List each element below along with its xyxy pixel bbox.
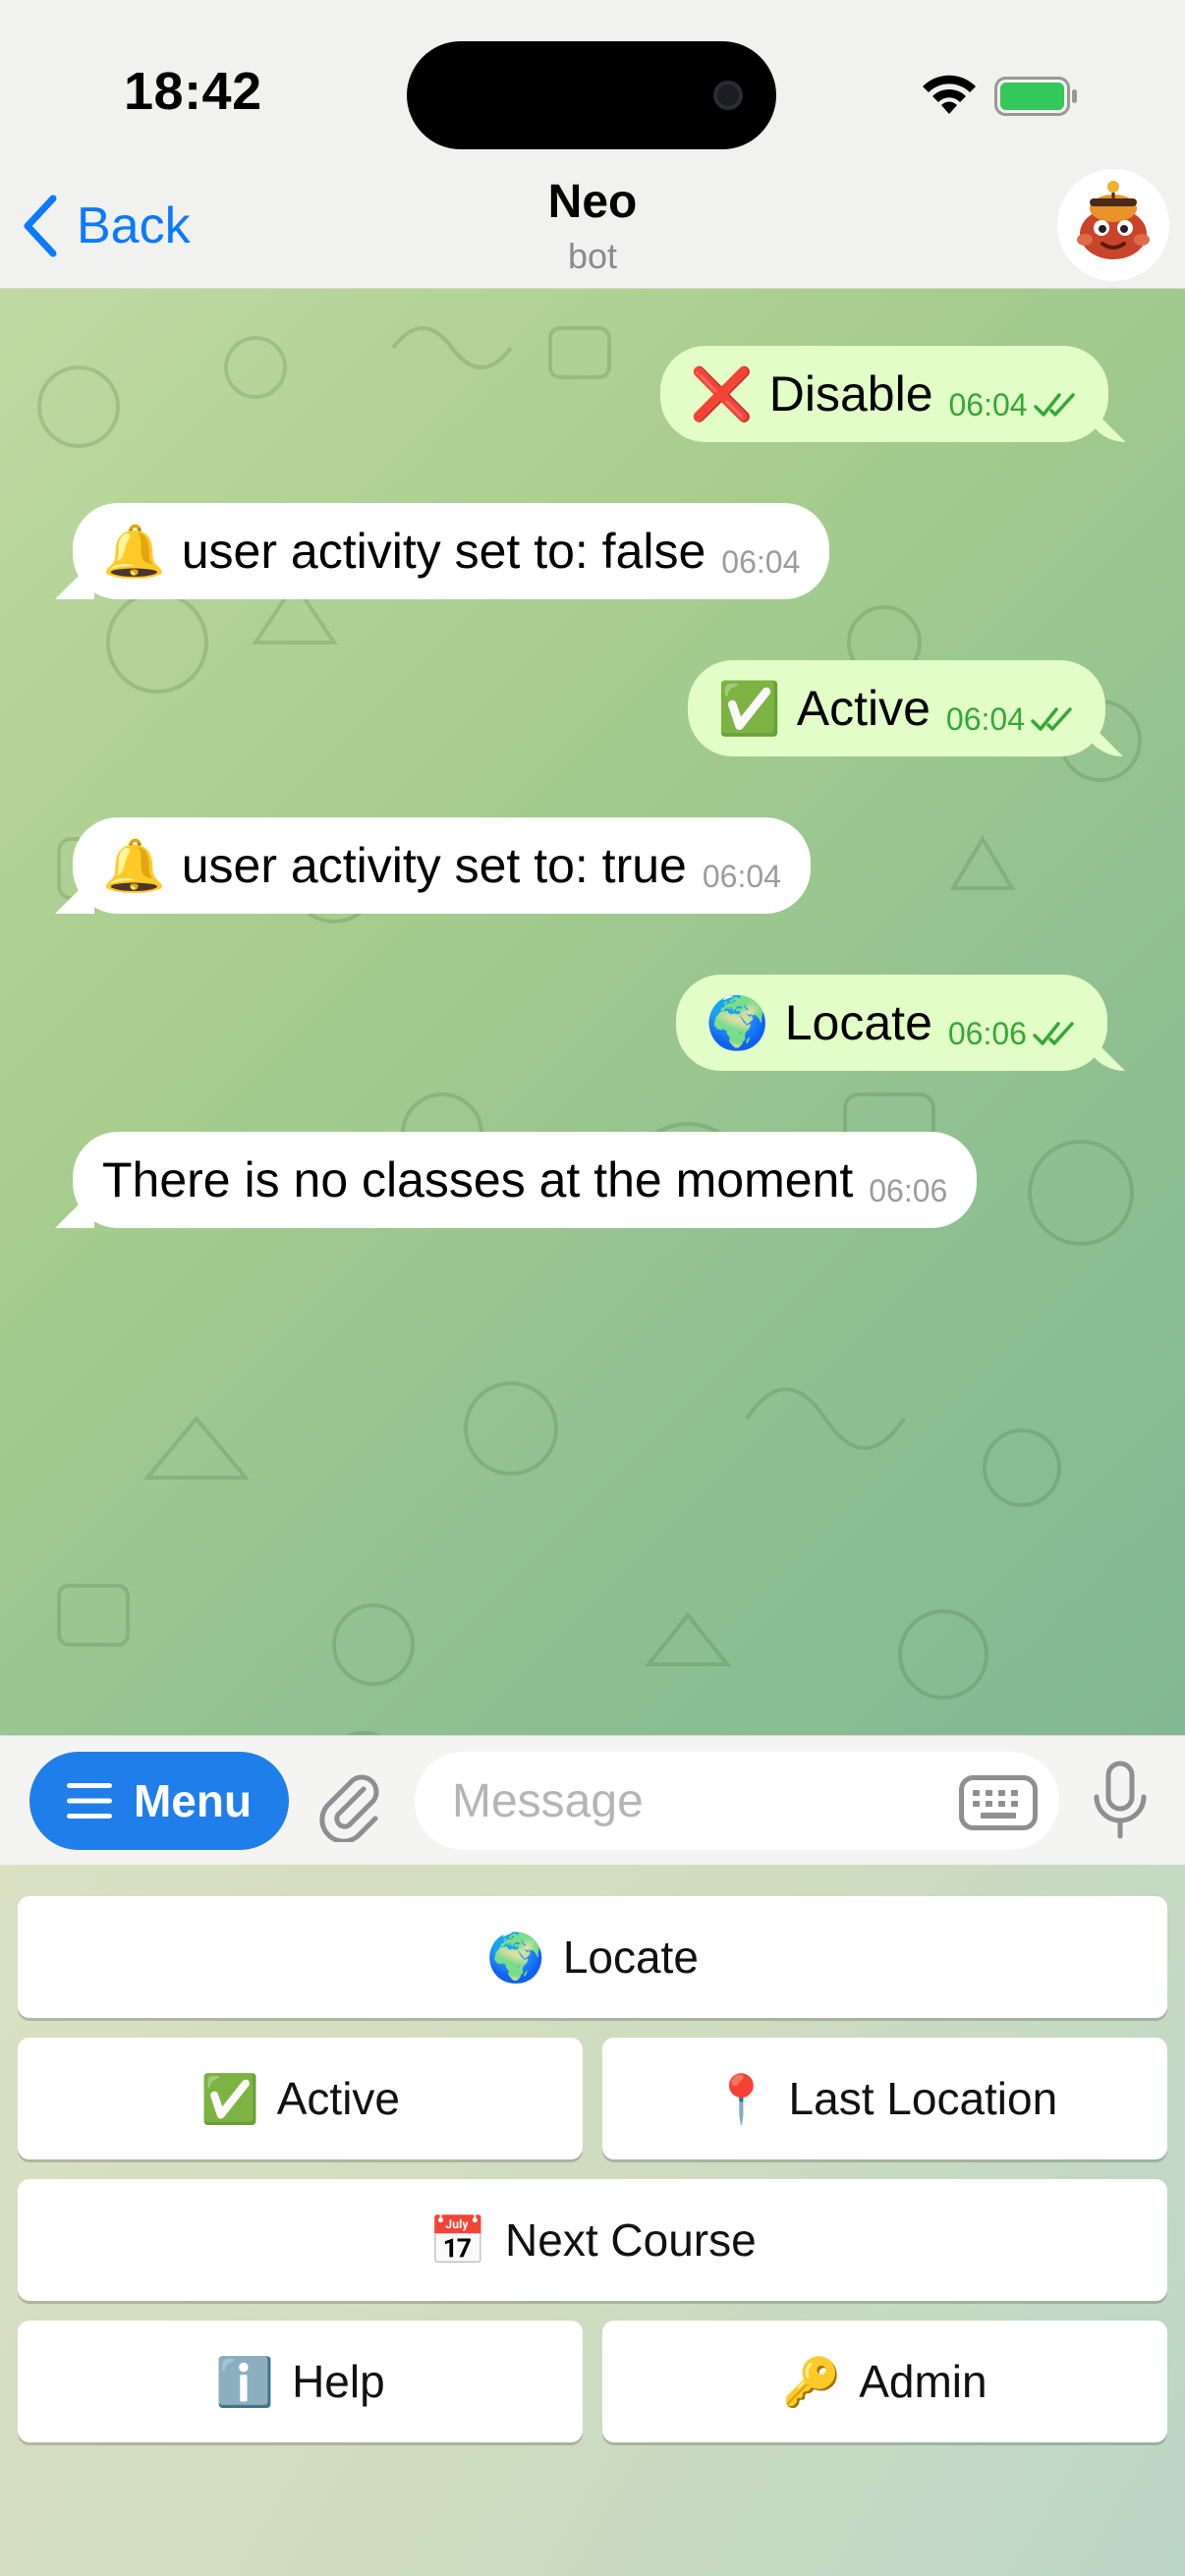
double-check-icon: [1033, 393, 1075, 417]
message-text: user activity set to: true: [181, 838, 687, 893]
message-text: There is no classes at the moment: [102, 1152, 854, 1207]
bell-icon: 🔔: [102, 522, 166, 582]
message-text: Active: [796, 681, 931, 736]
bot-avatar[interactable]: [1057, 169, 1169, 281]
keyboard-icon[interactable]: [959, 1775, 1038, 1830]
message-time: 06:04: [945, 700, 1025, 737]
keyboard-button-admin[interactable]: 🔑 Admin: [602, 2321, 1167, 2442]
message-text: Locate: [784, 995, 932, 1050]
chat-subtitle: bot: [567, 236, 618, 276]
camera-icon: [713, 81, 743, 110]
message-outgoing[interactable]: ✅ Active 06:04: [688, 660, 1105, 756]
double-check-icon: [1031, 707, 1072, 731]
key-icon: 🔑: [782, 2354, 842, 2410]
info-icon: ℹ️: [215, 2354, 275, 2410]
double-check-icon: [1033, 1022, 1074, 1045]
message-time: 06:04: [948, 386, 1028, 422]
keyboard-button-label: Admin: [859, 2356, 988, 2407]
keyboard-button-label: Active: [276, 2073, 401, 2124]
keyboard-button-label: Locate: [562, 1932, 699, 1983]
top-bar: 18:42 Back Neo bot: [0, 0, 1185, 289]
check-mark-icon: ✅: [199, 2071, 259, 2127]
message-time: 06:04: [721, 543, 801, 580]
message-outgoing[interactable]: ❌ Disable 06:04: [660, 346, 1108, 442]
status-time: 18:42: [124, 62, 262, 121]
calendar-icon: 📅: [428, 2212, 488, 2268]
bell-icon: 🔔: [102, 836, 166, 896]
keyboard-button-label: Last Location: [788, 2073, 1058, 2124]
message-incoming[interactable]: 🔔 user activity set to: false 06:04: [73, 503, 830, 599]
cross-mark-icon: ❌: [690, 364, 754, 424]
check-mark-icon: ✅: [717, 679, 781, 739]
wifi-icon: [923, 75, 976, 114]
paperclip-icon[interactable]: [312, 1767, 387, 1842]
message-text: user activity set to: false: [181, 524, 706, 579]
pin-icon: 📍: [711, 2071, 771, 2127]
menu-label: Menu: [133, 1775, 253, 1826]
keyboard-button-label: Help: [292, 2356, 385, 2407]
battery-icon: [994, 77, 1077, 116]
chat-area[interactable]: ❌ Disable 06:04 🔔 user activity set to: …: [0, 289, 1185, 1735]
message-time: 06:06: [947, 1015, 1027, 1051]
keyboard-button-next-course[interactable]: 📅 Next Course: [18, 2179, 1167, 2301]
bot-avatar-icon: [1057, 169, 1169, 281]
keyboard-button-last-location[interactable]: 📍 Last Location: [602, 2038, 1167, 2159]
dynamic-island: [407, 41, 776, 149]
chat-title[interactable]: Neo: [0, 175, 1185, 229]
hamburger-icon: [66, 1783, 112, 1819]
globe-icon: 🌍: [486, 1930, 545, 1986]
message-time: 06:04: [702, 858, 781, 894]
message-composer: Menu: [0, 1735, 1185, 1865]
message-incoming[interactable]: 🔔 user activity set to: true 06:04: [73, 817, 811, 914]
message-text: Disable: [768, 366, 933, 421]
globe-icon: 🌍: [705, 993, 769, 1053]
microphone-icon[interactable]: [1091, 1760, 1150, 1842]
bot-keyboard: 🌍 Locate ✅ Active 📍 Last Location 📅 Next…: [0, 1865, 1185, 2576]
keyboard-button-active[interactable]: ✅ Active: [18, 2038, 583, 2159]
menu-button[interactable]: Menu: [29, 1752, 289, 1850]
message-incoming[interactable]: There is no classes at the moment 06:06: [73, 1132, 978, 1228]
keyboard-button-locate[interactable]: 🌍 Locate: [18, 1896, 1167, 2018]
keyboard-button-help[interactable]: ℹ️ Help: [18, 2321, 583, 2442]
message-time: 06:06: [869, 1172, 948, 1208]
keyboard-button-label: Next Course: [505, 2214, 757, 2266]
message-outgoing[interactable]: 🌍 Locate 06:06: [676, 975, 1107, 1071]
